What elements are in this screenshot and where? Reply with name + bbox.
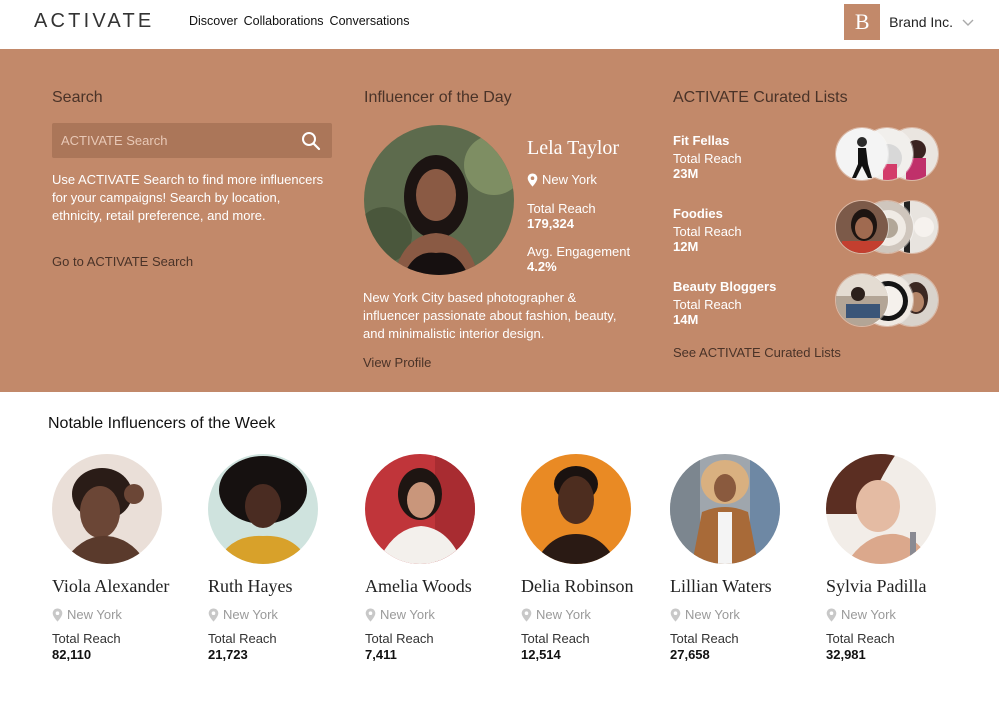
influencer-location: New York xyxy=(52,607,192,622)
iotd-engagement-value: 4.2% xyxy=(527,259,557,274)
location-pin-icon xyxy=(527,173,538,186)
search-icon[interactable] xyxy=(300,130,322,152)
search-input[interactable] xyxy=(52,133,300,148)
location-pin-icon xyxy=(365,608,376,621)
influencer-photo[interactable] xyxy=(670,454,780,564)
influencer-location: New York xyxy=(826,607,966,622)
nav-discover[interactable]: Discover xyxy=(189,14,238,28)
thumbnail xyxy=(835,200,889,254)
influencer-card[interactable]: Delia Robinson New York Total Reach 12,5… xyxy=(521,454,661,662)
influencer-photo[interactable] xyxy=(521,454,631,564)
influencer-location-text: New York xyxy=(685,607,740,622)
curated-list-item[interactable]: Beauty Bloggers Total Reach 14M xyxy=(673,273,943,339)
iotd-section-title: Influencer of the Day xyxy=(364,89,512,106)
influencer-location: New York xyxy=(521,607,661,622)
influencer-reach-value: 32,981 xyxy=(826,647,866,662)
iotd-engagement-label: Avg. Engagement xyxy=(527,244,631,259)
location-pin-icon xyxy=(670,608,681,621)
brand-name: Brand Inc. xyxy=(889,14,953,30)
influencer-reach-label: Total Reach xyxy=(521,631,590,646)
influencer-reach-label: Total Reach xyxy=(208,631,277,646)
curated-list-thumbnails xyxy=(835,200,939,254)
influencer-name[interactable]: Ruth Hayes xyxy=(208,576,348,597)
search-description: Use ACTIVATE Search to find more influen… xyxy=(52,172,324,223)
influencer-photo[interactable] xyxy=(52,454,162,564)
thumbnail xyxy=(835,273,889,327)
location-pin-icon xyxy=(826,608,837,621)
influencer-reach-label: Total Reach xyxy=(670,631,739,646)
influencer-reach-label: Total Reach xyxy=(826,631,895,646)
influencer-card[interactable]: Amelia Woods New York Total Reach 7,411 xyxy=(365,454,505,662)
account-menu[interactable]: B Brand Inc. xyxy=(844,4,975,40)
chevron-down-icon xyxy=(962,19,974,26)
influencer-location-text: New York xyxy=(223,607,278,622)
iotd-engagement: Avg. Engagement 4.2% xyxy=(527,244,630,274)
influencer-reach-value: 27,658 xyxy=(670,647,710,662)
nav-conversations[interactable]: Conversations xyxy=(330,14,410,28)
curated-list-thumbnails xyxy=(835,127,939,181)
influencer-reach-label: Total Reach xyxy=(52,631,121,646)
influencer-photo[interactable] xyxy=(208,454,318,564)
influencer-card[interactable]: Viola Alexander New York Total Reach 82,… xyxy=(52,454,192,662)
influencer-photo[interactable] xyxy=(826,454,936,564)
curated-list-item[interactable]: Foodies Total Reach 12M xyxy=(673,200,943,266)
influencer-card[interactable]: Lillian Waters New York Total Reach 27,6… xyxy=(670,454,810,662)
iotd-location-text: New York xyxy=(542,172,597,187)
influencer-card[interactable]: Ruth Hayes New York Total Reach 21,723 xyxy=(208,454,348,662)
influencer-location-text: New York xyxy=(841,607,896,622)
influencer-name[interactable]: Delia Robinson xyxy=(521,576,661,597)
influencer-card[interactable]: Sylvia Padilla New York Total Reach 32,9… xyxy=(826,454,966,662)
influencer-reach-value: 7,411 xyxy=(365,647,397,662)
influencer-location: New York xyxy=(208,607,348,622)
thumbnail xyxy=(835,127,889,181)
iotd-name[interactable]: Lela Taylor xyxy=(527,137,619,160)
influencer-photo[interactable] xyxy=(365,454,475,564)
location-pin-icon xyxy=(521,608,532,621)
brand-avatar: B xyxy=(844,4,881,40)
location-pin-icon xyxy=(52,608,63,621)
iotd-reach-label: Total Reach xyxy=(527,201,596,216)
iotd-reach-value: 179,324 xyxy=(527,216,574,231)
hero-panel: Search Use ACTIVATE Search to find more … xyxy=(0,49,999,392)
curated-section-title: ACTIVATE Curated Lists xyxy=(673,89,848,106)
influencer-reach-value: 21,723 xyxy=(208,647,248,662)
see-curated-lists-link[interactable]: See ACTIVATE Curated Lists xyxy=(673,345,841,360)
search-bar xyxy=(52,123,332,158)
app-logo[interactable]: ACTIVATE xyxy=(34,10,154,33)
influencer-name[interactable]: Viola Alexander xyxy=(52,576,192,597)
influencer-location-text: New York xyxy=(67,607,122,622)
search-section-title: Search xyxy=(52,89,103,106)
top-nav: ACTIVATE Discover Collaborations Convers… xyxy=(0,0,999,49)
iotd-description: New York City based photographer & influ… xyxy=(363,290,617,341)
influencer-reach-value: 12,514 xyxy=(521,647,561,662)
influencer-location-text: New York xyxy=(380,607,435,622)
go-to-search-link[interactable]: Go to ACTIVATE Search xyxy=(52,254,193,269)
curated-list-item[interactable]: Fit Fellas Total Reach 23M xyxy=(673,127,943,193)
influencer-location-text: New York xyxy=(536,607,591,622)
location-pin-icon xyxy=(208,608,219,621)
iotd-location: New York xyxy=(527,172,597,187)
nav-collaborations[interactable]: Collaborations xyxy=(244,14,324,28)
iotd-photo[interactable] xyxy=(364,125,514,275)
influencer-name[interactable]: Lillian Waters xyxy=(670,576,810,597)
notable-section-title: Notable Influencers of the Week xyxy=(48,415,276,432)
curated-list-thumbnails xyxy=(835,273,939,327)
influencer-name[interactable]: Amelia Woods xyxy=(365,576,505,597)
influencer-reach-value: 82,110 xyxy=(52,647,92,662)
main-nav: Discover Collaborations Conversations xyxy=(189,14,409,28)
influencer-name[interactable]: Sylvia Padilla xyxy=(826,576,966,597)
iotd-reach: Total Reach 179,324 xyxy=(527,201,596,231)
influencer-location: New York xyxy=(365,607,505,622)
influencer-reach-label: Total Reach xyxy=(365,631,434,646)
view-profile-link[interactable]: View Profile xyxy=(363,355,431,370)
influencer-location: New York xyxy=(670,607,810,622)
